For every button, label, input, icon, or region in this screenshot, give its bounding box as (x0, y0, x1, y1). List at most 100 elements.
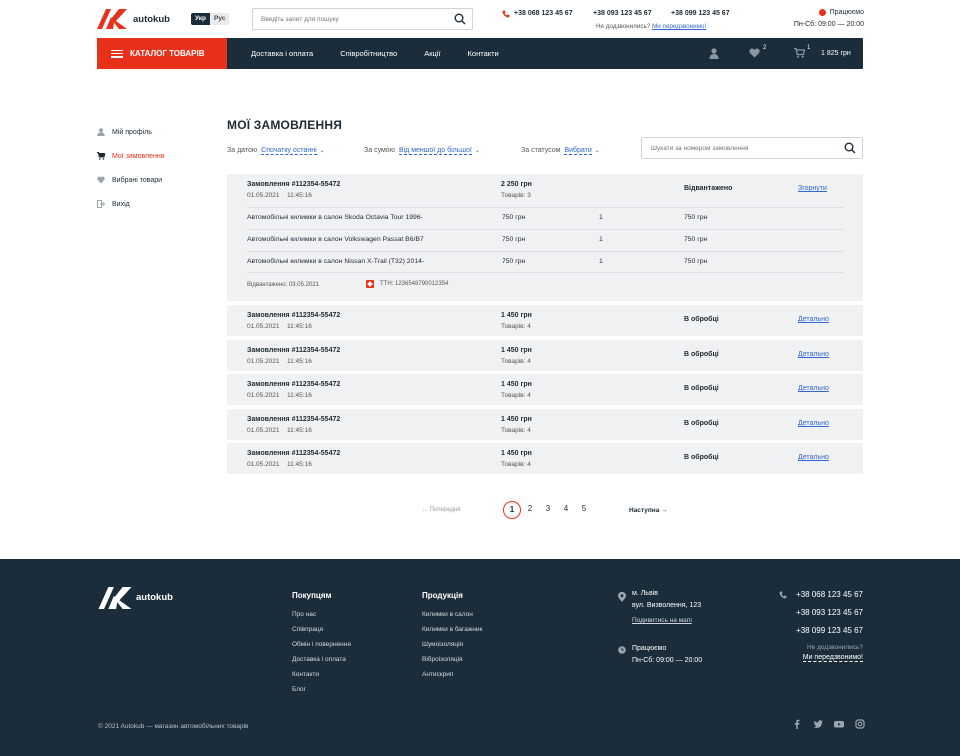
filter-sum-dropdown[interactable]: Від меншої до більшої (398, 147, 472, 155)
sidebar-item-orders[interactable]: Мої замовлення (97, 144, 165, 168)
twitter-icon[interactable] (813, 719, 823, 729)
page-5[interactable]: 5 (577, 504, 591, 513)
page-4[interactable]: 4 (559, 504, 573, 513)
page-2[interactable]: 2 (523, 504, 537, 513)
footer-link[interactable]: Килимки в салон (422, 611, 482, 618)
item-qty: 1 (599, 236, 603, 243)
details-link[interactable]: Детально (798, 385, 829, 392)
order-number: Замовлення #112354-55472 (247, 416, 341, 423)
next-page-button[interactable]: Наступна → (629, 507, 668, 514)
footer-link[interactable]: Доставка і оплата (292, 656, 351, 663)
social-links (792, 719, 865, 729)
order-qty: Товарів: 4 (501, 461, 531, 468)
cart-sum[interactable]: 1 825 грн (821, 50, 851, 57)
footer-phone-1[interactable]: +38 068 123 45 67 (740, 590, 863, 599)
details-link[interactable]: Детально (798, 316, 829, 323)
order-card: Замовлення #112354-55472 01.05.2021 11:4… (227, 443, 863, 474)
footer-link[interactable]: Антискрип (422, 671, 482, 678)
item-total: 750 грн (684, 236, 708, 243)
user-icon[interactable] (709, 48, 719, 59)
order-card: Замовлення #112354-55472 01.05.2021 11:4… (227, 305, 863, 336)
sidebar-item-profile[interactable]: Мій профіль (97, 120, 165, 144)
catalog-button[interactable]: КАТАЛОГ ТОВАРІВ (97, 38, 227, 69)
heart-icon[interactable] (749, 48, 760, 58)
nav-contacts[interactable]: Контакти (468, 49, 499, 58)
footer-working-hours-text: Пн-Сб: 09:00 — 20:00 (632, 657, 703, 664)
lang-ukr[interactable]: Укр (191, 13, 211, 25)
callback-link[interactable]: Ми передзвонимо! (652, 23, 706, 30)
sidebar-item-label: Мої замовлення (112, 152, 165, 160)
order-search-input[interactable] (651, 143, 831, 154)
filter-date-dropdown[interactable]: Спочатку останні (261, 147, 317, 155)
footer-phone-2[interactable]: +38 093 123 45 67 (740, 608, 863, 617)
copyright: © 2021 Autokub — магазин автомобільних т… (98, 723, 249, 730)
nav-delivery[interactable]: Доставка і оплата (251, 49, 313, 58)
order-status: В обробці (684, 454, 719, 461)
order-date: 01.05.2021 (247, 323, 280, 330)
footer-link[interactable]: Про нас (292, 611, 351, 618)
phone-2[interactable]: +38 093 123 45 67 (593, 10, 652, 17)
order-qty: Товарів: 3 (501, 192, 531, 199)
callback-link[interactable]: Ми передзвонимо! (802, 654, 863, 662)
pagination: ← Попередня 1 2 3 4 5 Наступна → (0, 501, 960, 519)
main-navbar: КАТАЛОГ ТОВАРІВ Доставка і оплата Співро… (97, 38, 863, 69)
item-name[interactable]: Автомобільні килимки в салон Volkswagen … (247, 236, 424, 243)
footer-link[interactable]: Контакти (292, 671, 351, 678)
logo-text: autokub (136, 592, 173, 603)
lang-rus[interactable]: Рус (210, 13, 230, 25)
site-logo[interactable]: autokub (97, 9, 172, 29)
footer-link[interactable]: Шумоізоляція (422, 641, 482, 648)
order-number: Замовлення #112354-55472 (247, 181, 341, 188)
footer-link[interactable]: Килимки в багажник (422, 626, 482, 633)
item-name[interactable]: Автомобільні килимки в салон Nissan X-Tr… (247, 258, 424, 265)
footer-link[interactable]: Блог (292, 686, 351, 693)
youtube-icon[interactable] (834, 719, 844, 729)
nav-cooperation[interactable]: Співробітництво (340, 49, 397, 58)
heart-icon (97, 176, 105, 184)
order-status: В обробці (684, 385, 719, 392)
sidebar-item-logout[interactable]: Вихід (97, 192, 165, 216)
details-link[interactable]: Детально (798, 454, 829, 461)
not-reached-text: Не додзвонились? (806, 644, 863, 651)
language-switch[interactable]: Укр Рус (191, 13, 230, 25)
search-icon[interactable] (454, 13, 466, 25)
footer-address: м. Львів вул. Визволення, 123 Подивитись… (618, 590, 738, 624)
page-1[interactable]: 1 (503, 501, 521, 519)
order-price: 2 250 грн (501, 181, 532, 188)
order-status: В обробці (684, 351, 719, 358)
filter-label: За датою (227, 147, 258, 154)
order-item: Автомобільні килимки в салон Nissan X-Tr… (247, 251, 844, 273)
facebook-icon[interactable] (792, 719, 802, 729)
order-time: 11:45:16 (287, 358, 312, 365)
search-input[interactable] (261, 14, 446, 25)
order-number: Замовлення #112354-55472 (247, 381, 341, 388)
details-link[interactable]: Детально (798, 420, 829, 427)
item-name[interactable]: Автомобільні килимки в салон Skoda Octav… (247, 214, 423, 221)
instagram-icon[interactable] (855, 719, 865, 729)
footer-col-title: Покупцям (292, 591, 332, 600)
search-icon[interactable] (844, 142, 856, 154)
filter-status-dropdown[interactable]: Вибрати (564, 147, 592, 155)
phone-1[interactable]: +38 068 123 45 67 (514, 10, 573, 17)
phone-3[interactable]: +38 099 123 45 67 (671, 10, 730, 17)
prev-page-button[interactable]: ← Попередня (422, 507, 461, 513)
map-link[interactable]: Подивитись на мапі (632, 617, 738, 624)
page-3[interactable]: 3 (541, 504, 555, 513)
footer-link[interactable]: Обмін і повернення (292, 641, 351, 648)
logo-text: autokub (133, 14, 170, 25)
sidebar-item-favorites[interactable]: Вибрані товари (97, 168, 165, 192)
sidebar-item-label: Вихід (112, 200, 130, 208)
page-title: МОЇ ЗАМОВЛЕННЯ (227, 118, 343, 132)
footer-logo[interactable]: autokub (98, 587, 178, 609)
clock-icon (818, 9, 826, 16)
cart-icon[interactable] (794, 48, 805, 58)
nav-promotions[interactable]: Акції (424, 49, 440, 58)
chevron-down-icon: ⌄ (319, 148, 325, 154)
phone-icon (779, 591, 787, 599)
collapse-link[interactable]: Згорнути (798, 185, 827, 192)
footer-phone-3[interactable]: +38 099 123 45 67 (740, 626, 863, 635)
callback-prompt: Не додзвонились? Ми передзвонимо! (596, 23, 706, 30)
footer-link[interactable]: Віброізоляція (422, 656, 482, 663)
footer-link[interactable]: Співпраця (292, 626, 351, 633)
details-link[interactable]: Детально (798, 351, 829, 358)
